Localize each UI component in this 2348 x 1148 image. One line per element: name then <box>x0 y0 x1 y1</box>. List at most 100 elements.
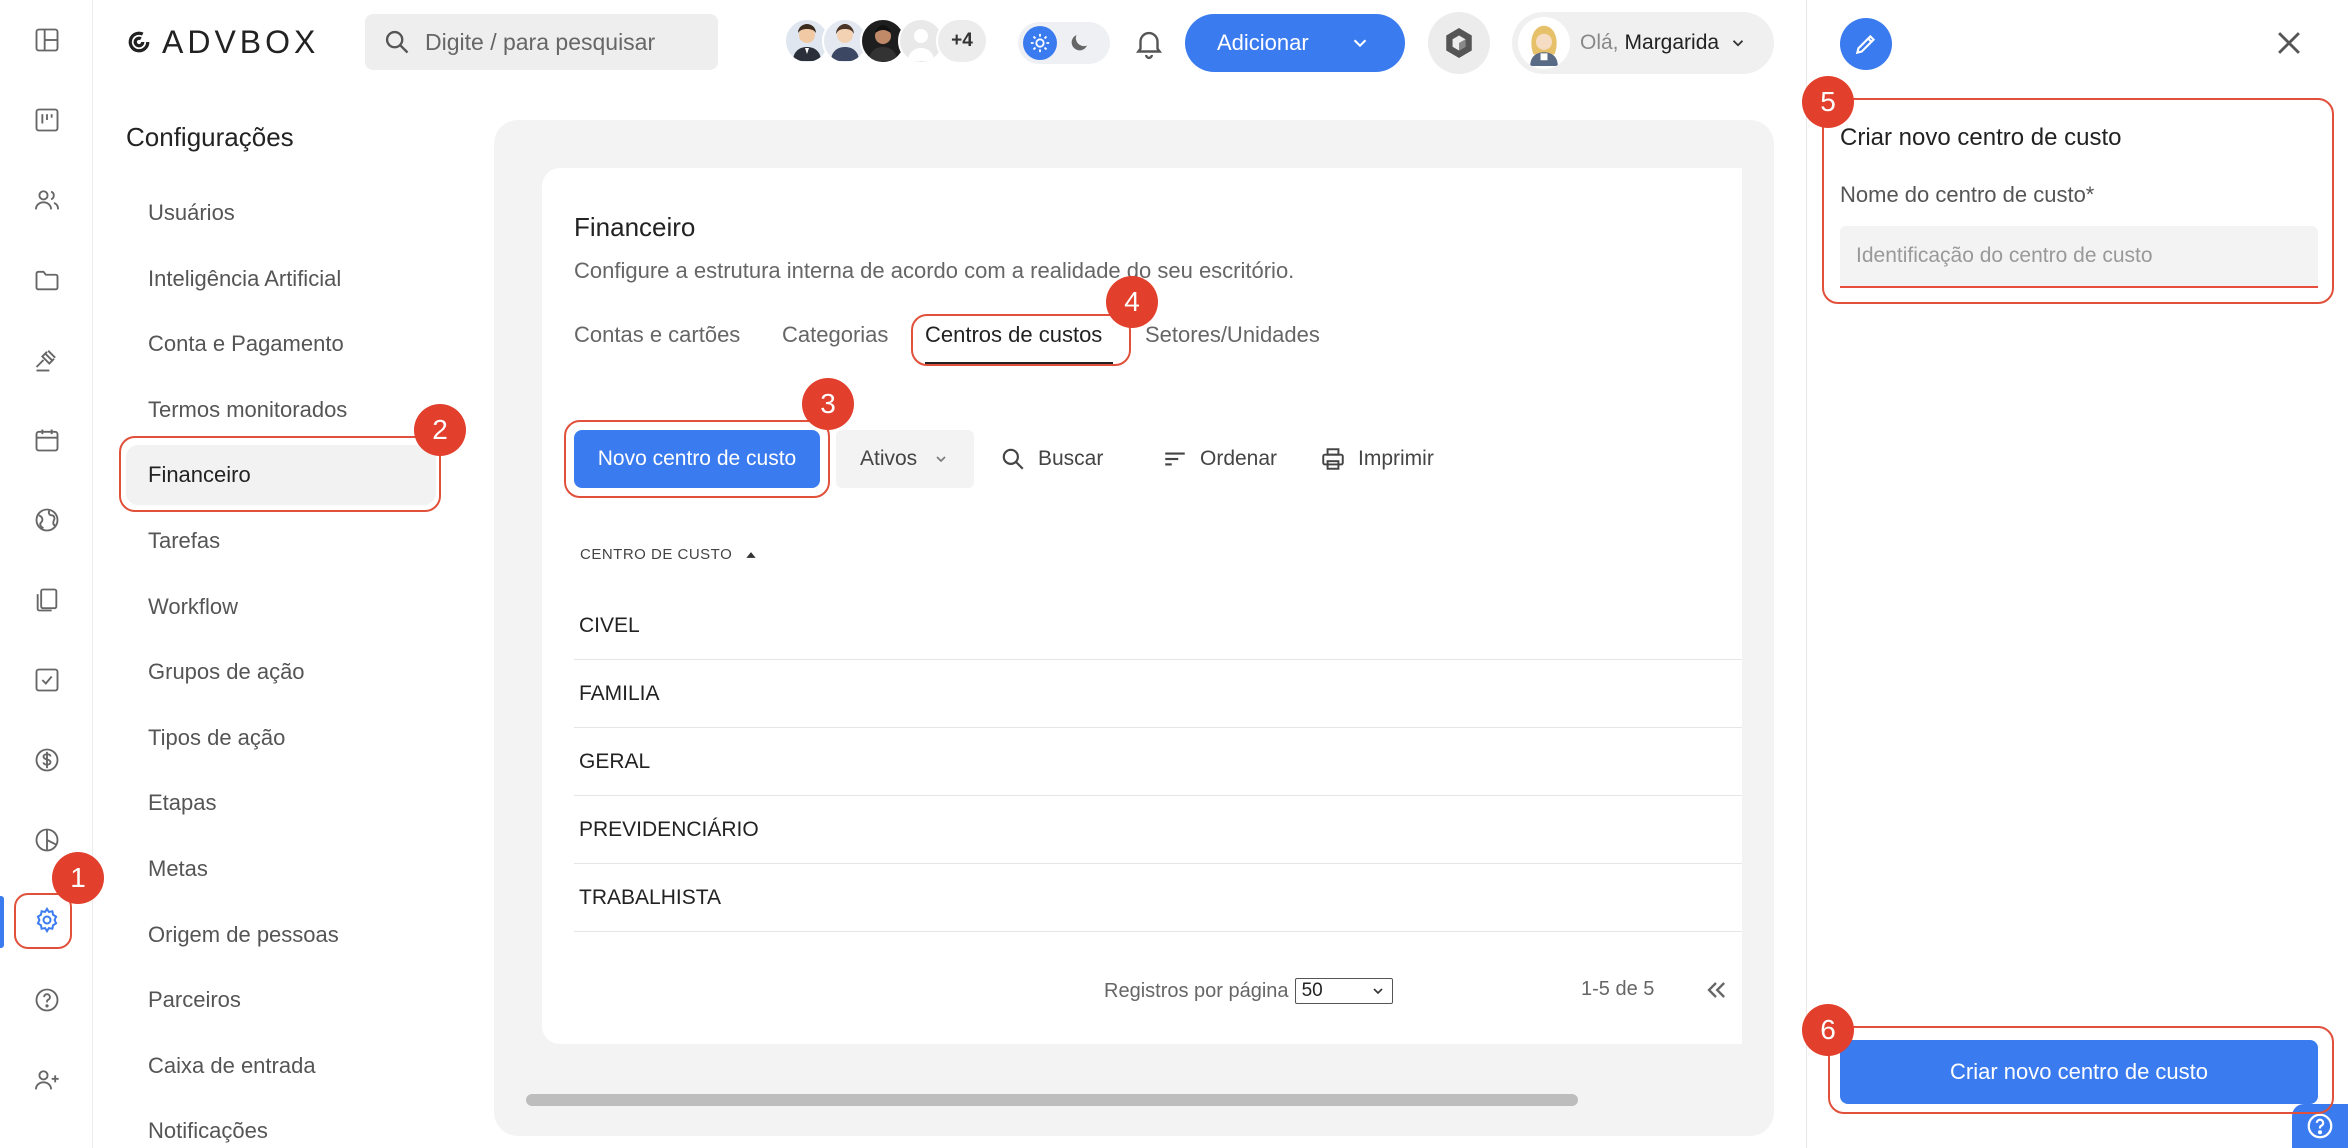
table-row[interactable]: CIVEL <box>574 592 1742 660</box>
print-tool-label: Imprimir <box>1358 447 1434 470</box>
printer-icon <box>1322 448 1344 470</box>
settings-item-termos-monitorados[interactable]: Termos monitorados <box>126 380 436 440</box>
row-cost-center-name: FAMILIA <box>579 681 660 705</box>
close-icon[interactable] <box>2272 26 2306 60</box>
pagination-per-page: Registros por página 50 <box>1104 978 1393 1004</box>
search-tool-button[interactable]: Buscar <box>1000 440 1103 478</box>
add-user-icon[interactable] <box>24 1057 70 1103</box>
highlight-new-cost-center <box>564 420 830 498</box>
sort-tool-button[interactable]: Ordenar <box>1162 440 1277 478</box>
settings-item-parceiros[interactable]: Parceiros <box>126 970 436 1030</box>
section-title: Financeiro <box>574 212 696 242</box>
row-cost-center-name: PREVIDENCIÁRIO <box>579 817 759 841</box>
tab-setores-unidades[interactable]: Setores/Unidades <box>1145 322 1320 358</box>
user-menu[interactable]: Olá, Margarida <box>1512 12 1774 74</box>
annotation-badge-3: 3 <box>802 378 854 430</box>
settings-item-origem-de-pessoas[interactable]: Origem de pessoas <box>126 905 436 965</box>
per-page-label: Registros por página <box>1104 979 1289 1002</box>
add-button[interactable]: Adicionar <box>1185 14 1405 72</box>
annotation-badge-1: 1 <box>52 852 104 904</box>
row-cost-center-name: CIVEL <box>579 613 640 637</box>
highlight-create-form <box>1822 98 2334 304</box>
user-avatar <box>1518 17 1570 69</box>
app-logo[interactable]: ADVBOX <box>124 22 319 62</box>
search-tool-label: Buscar <box>1038 447 1104 470</box>
calendar-icon[interactable] <box>24 417 70 463</box>
settings-item-usuarios[interactable]: Usuários <box>126 183 436 243</box>
sort-icon <box>1165 452 1185 466</box>
documents-icon[interactable] <box>24 577 70 623</box>
settings-item-tipos-de-acao[interactable]: Tipos de ação <box>126 708 436 768</box>
column-header-cost-center[interactable]: CENTRO DE CUSTO <box>580 546 758 563</box>
kanban-icon[interactable] <box>24 97 70 143</box>
more-avatars-count[interactable]: +4 <box>936 18 988 64</box>
settings-item-caixa-de-entrada[interactable]: Caixa de entrada <box>126 1036 436 1096</box>
highlight-tab-centros <box>911 314 1131 366</box>
help-icon[interactable] <box>24 977 70 1023</box>
status-filter-select[interactable]: Ativos <box>836 430 974 488</box>
highlight-financeiro <box>119 436 441 512</box>
notifications-bell-icon[interactable] <box>1132 26 1166 60</box>
settings-item-workflow[interactable]: Workflow <box>126 577 436 637</box>
checkbox-icon[interactable] <box>24 657 70 703</box>
highlight-settings <box>14 893 72 949</box>
search-icon <box>385 30 409 54</box>
per-page-value: 50 <box>1301 980 1323 1001</box>
settings-item-conta-pagamento[interactable]: Conta e Pagamento <box>126 314 436 374</box>
row-cost-center-name: GERAL <box>579 749 651 773</box>
chevron-down-icon <box>936 456 946 463</box>
hexagon-cube-icon <box>1446 28 1472 58</box>
settings-item-inteligencia-artificial[interactable]: Inteligência Artificial <box>126 249 436 309</box>
global-search[interactable] <box>365 14 718 70</box>
table-row[interactable]: PREVIDENCIÁRIO <box>574 796 1742 864</box>
settings-item-grupos-de-acao[interactable]: Grupos de ação <box>126 642 436 702</box>
globe-icon[interactable] <box>24 497 70 543</box>
row-cost-center-name: TRABALHISTA <box>579 885 721 909</box>
folder-icon[interactable] <box>24 257 70 303</box>
rail-active-indicator <box>0 896 4 948</box>
gavel-icon[interactable] <box>24 337 70 383</box>
icon-rail <box>0 0 93 1148</box>
team-avatars[interactable]: +4 <box>784 18 988 66</box>
settings-item-notificacoes[interactable]: Notificações <box>126 1101 436 1148</box>
print-tool-button[interactable]: Imprimir <box>1320 440 1434 478</box>
annotation-badge-6: 6 <box>1802 1004 1854 1056</box>
add-button-label: Adicionar <box>1217 30 1309 55</box>
dollar-icon[interactable] <box>24 737 70 783</box>
first-page-icon[interactable] <box>1702 976 1730 1004</box>
logo-text: ADVBOX <box>162 23 320 60</box>
per-page-select[interactable]: 50 <box>1294 978 1393 1004</box>
horizontal-scrollbar[interactable] <box>526 1094 1578 1106</box>
annotation-badge-4: 4 <box>1106 276 1158 328</box>
tab-categorias[interactable]: Categorias <box>782 322 888 358</box>
dashboard-icon[interactable] <box>24 17 70 63</box>
table-row[interactable]: TRABALHISTA <box>574 864 1742 932</box>
theme-toggle[interactable] <box>1018 22 1110 64</box>
table-row[interactable]: GERAL <box>574 728 1742 796</box>
chevron-down-icon <box>1372 988 1383 995</box>
help-icon <box>2307 1113 2333 1139</box>
integrations-button[interactable] <box>1428 12 1490 74</box>
sun-icon[interactable] <box>1023 26 1057 60</box>
pagination-range: 1-5 de 5 <box>1581 978 1655 1000</box>
search-input[interactable] <box>425 28 695 56</box>
settings-item-tarefas[interactable]: Tarefas <box>126 511 436 571</box>
tab-contas-e-cartoes[interactable]: Contas e cartões <box>574 322 740 358</box>
settings-title: Configurações <box>126 122 294 152</box>
settings-item-metas[interactable]: Metas <box>126 839 436 899</box>
chevron-down-icon <box>1353 39 1366 48</box>
moon-icon[interactable] <box>1067 31 1091 55</box>
annotation-badge-5: 5 <box>1802 76 1854 128</box>
user-name: Margarida <box>1624 31 1720 54</box>
status-filter-value: Ativos <box>860 447 918 470</box>
edit-mode-button[interactable] <box>1840 18 1892 70</box>
people-icon[interactable] <box>24 177 70 223</box>
pencil-icon <box>1855 34 1876 55</box>
chevron-down-icon <box>1732 40 1744 47</box>
highlight-submit <box>1828 1026 2334 1114</box>
app-window: ADVBOX +4 Adicionar <box>0 0 2348 1148</box>
section-subtitle: Configure a estrutura interna de acordo … <box>574 258 1295 283</box>
settings-item-etapas[interactable]: Etapas <box>126 773 436 833</box>
search-icon <box>1002 448 1024 470</box>
table-row[interactable]: FAMILIA <box>574 660 1742 728</box>
